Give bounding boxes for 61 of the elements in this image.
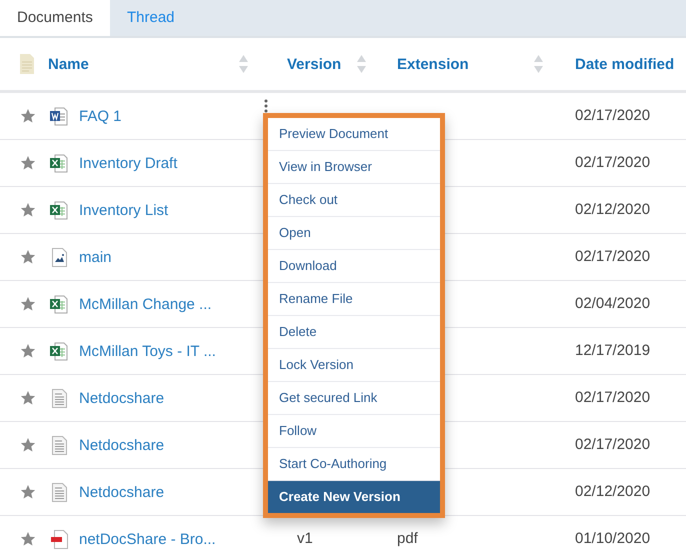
spreadsheet-file-icon <box>50 200 68 220</box>
menu-item[interactable]: Follow <box>268 415 440 448</box>
star-icon[interactable] <box>20 296 36 312</box>
date-text: 02/12/2020 <box>575 483 650 500</box>
more-options-icon[interactable] <box>264 98 268 112</box>
word-file-icon <box>50 106 68 126</box>
menu-item[interactable]: Preview Document <box>268 118 440 151</box>
date-text: 02/17/2020 <box>575 107 650 124</box>
file-name-link[interactable]: Netdocshare <box>79 436 164 454</box>
date-text: 02/17/2020 <box>575 248 650 265</box>
date-text: 02/17/2020 <box>575 154 650 171</box>
date-text: 01/10/2020 <box>575 530 650 547</box>
date-text: 02/04/2020 <box>575 295 650 312</box>
file-name-link[interactable]: McMillan Toys - IT ... <box>79 342 216 360</box>
spreadsheet-file-icon <box>50 342 68 360</box>
star-icon[interactable] <box>20 484 36 500</box>
column-header[interactable]: Extension <box>397 56 469 72</box>
menu-item[interactable]: Lock Version <box>268 349 440 382</box>
menu-item[interactable]: Download <box>268 250 440 283</box>
extension-text: pdf <box>397 530 418 547</box>
file-name-link[interactable]: main <box>79 248 112 266</box>
date-text: 02/17/2020 <box>575 436 650 453</box>
file-name-link[interactable]: Netdocshare <box>79 484 164 500</box>
image-file-icon <box>52 248 66 266</box>
menu-item[interactable]: Create New Version <box>268 481 440 513</box>
file-name-link[interactable]: Netdocshare <box>79 390 164 406</box>
star-icon[interactable] <box>20 108 36 124</box>
tab[interactable]: Thread <box>110 0 191 36</box>
star-icon[interactable] <box>20 249 36 265</box>
file-name-link[interactable]: netDocShare - Bro... <box>79 530 216 548</box>
star-icon[interactable] <box>20 437 36 453</box>
text-file-icon <box>52 436 66 454</box>
column-header[interactable]: Version <box>287 56 342 72</box>
file-name-link[interactable]: FAQ 1 <box>79 108 122 124</box>
spreadsheet-file-icon <box>50 294 68 314</box>
menu-item[interactable]: Get secured Link <box>268 382 440 415</box>
menu-item[interactable]: Delete <box>268 316 440 349</box>
menu-item[interactable]: Check out <box>268 184 440 217</box>
column-header[interactable]: Date modified <box>575 56 674 72</box>
column-header[interactable]: Name <box>48 56 89 72</box>
pdf-file-icon <box>50 530 68 548</box>
text-file-icon <box>52 388 66 408</box>
file-name-link[interactable]: McMillan Change ... <box>79 296 212 312</box>
menu-item[interactable]: Open <box>268 217 440 250</box>
star-icon[interactable] <box>20 202 36 218</box>
menu-item[interactable]: Rename File <box>268 283 440 316</box>
version-text: v1 <box>297 530 313 547</box>
star-icon[interactable] <box>20 155 36 171</box>
file-name-link[interactable]: Inventory Draft <box>79 154 178 172</box>
menu-item[interactable]: View in Browser <box>268 151 440 184</box>
date-text: 12/17/2019 <box>575 342 650 359</box>
document-icon <box>20 54 34 74</box>
tab[interactable]: Documents <box>0 0 110 36</box>
date-text: 02/17/2020 <box>575 389 650 406</box>
star-icon[interactable] <box>20 531 36 547</box>
star-icon[interactable] <box>20 343 36 359</box>
date-text: 02/12/2020 <box>575 201 650 218</box>
spreadsheet-file-icon <box>50 154 68 172</box>
file-name-link[interactable]: Inventory List <box>79 202 168 218</box>
text-file-icon <box>52 482 66 502</box>
star-icon[interactable] <box>20 390 36 406</box>
